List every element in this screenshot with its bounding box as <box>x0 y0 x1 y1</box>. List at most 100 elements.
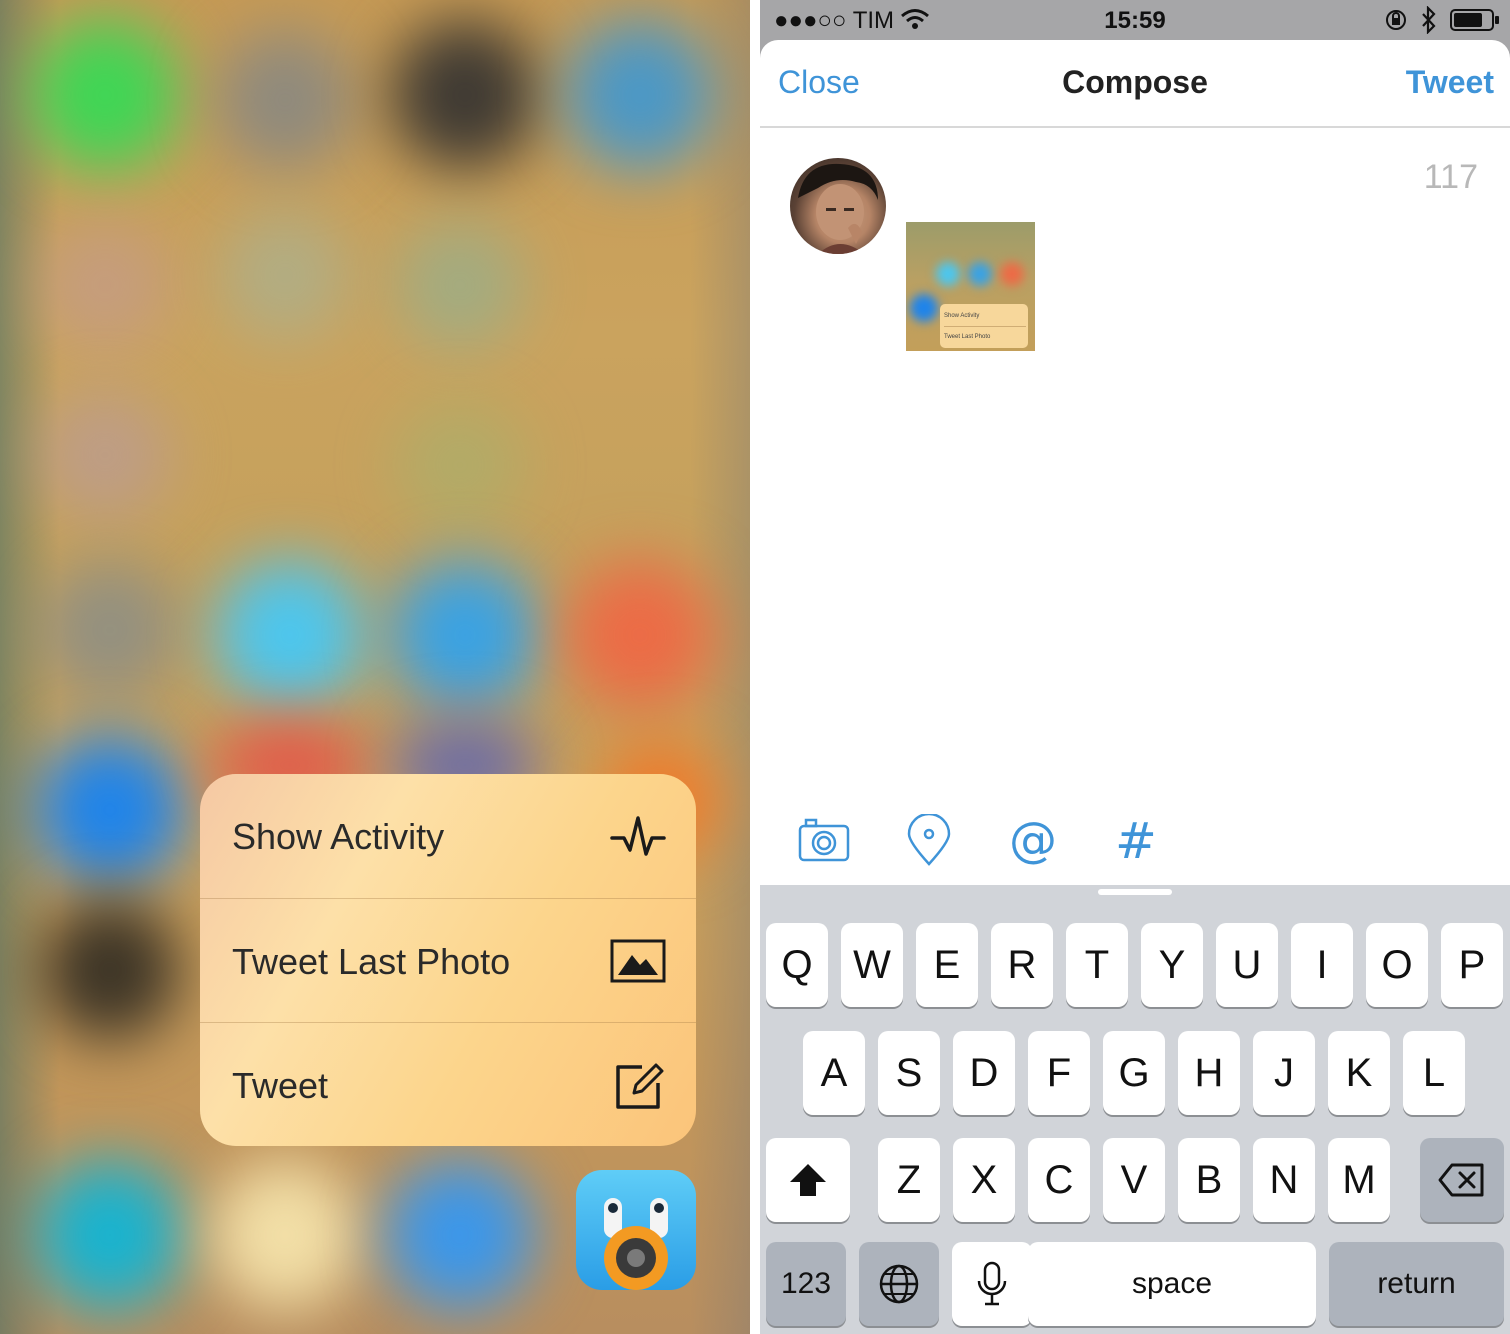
shift-arrow-icon <box>790 1164 826 1196</box>
key-j[interactable]: J <box>1253 1031 1315 1115</box>
dictation-key[interactable] <box>952 1242 1032 1326</box>
numbers-key[interactable]: 123 <box>766 1242 846 1326</box>
status-bar: ●●●○○ TIM 15:59 <box>760 0 1510 40</box>
home-screen-panel: Show Activity Tweet Last Photo Tweet <box>0 0 750 1334</box>
bluetooth-icon <box>1422 6 1436 34</box>
shift-key[interactable] <box>766 1138 850 1222</box>
key-u[interactable]: U <box>1216 923 1278 1007</box>
blurred-app-icon <box>40 220 170 350</box>
compose-nav-bar: Close Compose Tweet <box>760 40 1510 128</box>
blurred-app-icon <box>30 20 180 170</box>
key-l[interactable]: L <box>1403 1031 1465 1115</box>
blurred-app-icon <box>220 210 350 340</box>
key-b[interactable]: B <box>1178 1138 1240 1222</box>
blurred-app-icon <box>390 20 540 170</box>
key-v[interactable]: V <box>1103 1138 1165 1222</box>
thumbnail-menu-label: Tweet Last Photo <box>944 334 991 340</box>
camera-icon[interactable] <box>796 814 852 866</box>
blurred-app-icon <box>35 735 185 885</box>
key-e[interactable]: E <box>916 923 978 1007</box>
blurred-app-icon <box>385 1160 535 1310</box>
globe-key[interactable] <box>859 1242 939 1326</box>
quick-action-show-activity[interactable]: Show Activity <box>200 774 696 898</box>
tweet-button[interactable]: Tweet <box>1406 64 1494 101</box>
blurred-app-icon <box>565 560 715 710</box>
compose-icon <box>616 1063 664 1109</box>
key-y[interactable]: Y <box>1141 923 1203 1007</box>
key-m[interactable]: M <box>1328 1138 1390 1222</box>
compose-sheet: Close Compose Tweet 117 Show Activity Tw… <box>760 40 1510 885</box>
blurred-app-icon <box>910 294 938 322</box>
character-counter: 117 <box>1423 158 1478 196</box>
svg-text:@: @ <box>1009 814 1057 866</box>
location-pin-icon[interactable] <box>901 814 957 866</box>
thumbnail-menu-item: Tweet Last Photo <box>944 326 1026 346</box>
battery-icon <box>1450 9 1499 31</box>
key-p[interactable]: P <box>1441 923 1503 1007</box>
blurred-app-icon <box>215 560 365 710</box>
key-c[interactable]: C <box>1028 1138 1090 1222</box>
key-f[interactable]: F <box>1028 1031 1090 1115</box>
keyboard: Q W E R T Y U I O P A S D F G H J K L Z … <box>760 885 1510 1334</box>
blurred-app-icon <box>40 560 180 700</box>
quick-action-label: Tweet <box>232 1065 329 1106</box>
key-s[interactable]: S <box>878 1031 940 1115</box>
blurred-app-icon <box>1000 262 1024 286</box>
key-z[interactable]: Z <box>878 1138 940 1222</box>
tweetbot-bird-icon <box>604 1198 668 1290</box>
blurred-app-icon <box>565 20 715 170</box>
key-q[interactable]: Q <box>766 923 828 1007</box>
hashtag-icon[interactable]: # <box>1108 814 1164 866</box>
blurred-app-icon <box>35 1160 185 1310</box>
quick-action-label: Show Activity <box>232 816 445 857</box>
return-key[interactable]: return <box>1329 1242 1504 1326</box>
key-d[interactable]: D <box>953 1031 1015 1115</box>
blurred-app-icon <box>40 390 170 520</box>
page-title: Compose <box>1062 64 1208 100</box>
tweetbot-app-icon[interactable] <box>576 1170 696 1290</box>
thumbnail-menu-item: Show Activity <box>944 306 1026 326</box>
blurred-app-icon <box>395 220 525 350</box>
quick-action-tweet[interactable]: Tweet <box>200 1022 696 1146</box>
thumbnail-menu: Show Activity Tweet Last Photo <box>940 304 1028 348</box>
photo-icon <box>610 939 666 983</box>
avatar[interactable] <box>790 158 886 254</box>
key-t[interactable]: T <box>1066 923 1128 1007</box>
key-a[interactable]: A <box>803 1031 865 1115</box>
key-g[interactable]: G <box>1103 1031 1165 1115</box>
blurred-app-icon <box>395 400 525 530</box>
quick-action-label: Tweet Last Photo <box>232 941 511 982</box>
blurred-app-icon <box>210 1160 360 1310</box>
blurred-app-icon <box>390 560 540 710</box>
blurred-app-icon <box>968 262 992 286</box>
delete-key[interactable] <box>1420 1138 1504 1222</box>
activity-pulse-icon <box>610 816 666 856</box>
thumbnail-menu-label: Show Activity <box>944 313 980 319</box>
key-k[interactable]: K <box>1328 1031 1390 1115</box>
quick-actions-menu: Show Activity Tweet Last Photo Tweet <box>200 774 696 1146</box>
compose-screen-panel: ●●●○○ TIM 15:59 Close Compose Tweet 117 … <box>760 0 1510 1334</box>
key-n[interactable]: N <box>1253 1138 1315 1222</box>
panel-divider <box>750 0 760 1334</box>
key-w[interactable]: W <box>841 923 903 1007</box>
microphone-icon <box>977 1261 1007 1306</box>
svg-text:#: # <box>1115 814 1157 866</box>
blurred-app-icon <box>215 30 355 170</box>
space-key[interactable]: space <box>1028 1242 1316 1326</box>
orientation-lock-icon <box>1386 10 1406 30</box>
blurred-app-icon <box>936 262 960 286</box>
profile-photo <box>798 163 878 254</box>
mention-icon[interactable]: @ <box>1005 814 1061 866</box>
keyboard-handle[interactable] <box>1098 889 1172 895</box>
key-r[interactable]: R <box>991 923 1053 1007</box>
attached-photo-thumbnail[interactable]: Show Activity Tweet Last Photo <box>906 222 1035 351</box>
compose-toolbar: @ # <box>760 802 1510 882</box>
key-o[interactable]: O <box>1366 923 1428 1007</box>
blurred-app-icon <box>40 900 180 1040</box>
quick-action-tweet-last-photo[interactable]: Tweet Last Photo <box>200 898 696 1022</box>
key-h[interactable]: H <box>1178 1031 1240 1115</box>
key-x[interactable]: X <box>953 1138 1015 1222</box>
globe-icon <box>879 1264 919 1304</box>
backspace-icon <box>1438 1163 1484 1197</box>
key-i[interactable]: I <box>1291 923 1353 1007</box>
